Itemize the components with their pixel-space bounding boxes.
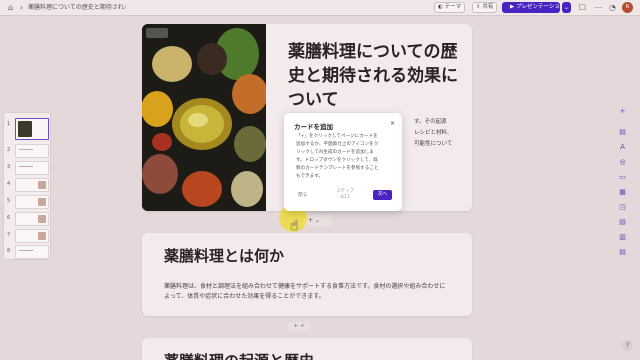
slide-thumbnails-panel: 1 2 3 4 5 6 7 8: [3, 112, 51, 260]
menu-icon[interactable]: ⌂: [6, 3, 15, 12]
slide-2-body-line: よって、体質や症状に合わせた効果を得ることができます。: [164, 293, 325, 300]
thumb-number: 2: [7, 147, 11, 153]
thumb-number: 7: [7, 232, 11, 238]
tooltip-text-line: もできます。: [296, 174, 323, 179]
user-avatar[interactable]: R: [622, 2, 633, 13]
tooltip-text-line: 製のカードテンプレートを参照すること: [296, 166, 379, 171]
thumbnail-4[interactable]: 4: [7, 178, 49, 192]
thumbnail-5[interactable]: 5: [7, 195, 49, 209]
present-label: プレゼンテーション: [515, 4, 566, 10]
hand-cursor-icon: ☝: [290, 218, 299, 234]
thumb-number: 8: [7, 248, 11, 254]
slide-1-body-line: す。その起源: [414, 119, 447, 125]
thumb-card: [15, 144, 49, 158]
thumb-number: 5: [7, 198, 11, 204]
slide-2-body-line: 薬膳料理は、食材と調理法を組み合わせて健康をサポートする食事方法です。食材の選択…: [164, 283, 446, 290]
thumbnail-7[interactable]: 7: [7, 229, 49, 243]
thumb-line: [19, 166, 33, 167]
thumb-card: [15, 245, 49, 259]
thumb-card: [15, 212, 49, 226]
thumb-card: [15, 161, 49, 175]
thumb-image: [38, 181, 46, 189]
columns-icon[interactable]: ▥: [617, 232, 628, 243]
document-title[interactable]: 薬膳料理についての歴史と期待される効果に...: [28, 2, 126, 13]
add-card-button[interactable]: + +: [288, 322, 310, 331]
thumb-image: [38, 215, 46, 223]
thumb-image: [18, 121, 32, 137]
more-icon[interactable]: ⋯: [594, 3, 603, 12]
thumbnail-6[interactable]: 6: [7, 212, 49, 226]
thumb-image: [38, 232, 46, 240]
next-button[interactable]: 次へ: [373, 190, 392, 200]
thumb-number: 6: [7, 215, 11, 221]
close-icon[interactable]: ×: [390, 120, 395, 127]
present-dropdown-icon[interactable]: ⌄: [562, 2, 571, 13]
thumb-number: 4: [7, 181, 11, 187]
thumb-card: [15, 229, 49, 243]
table-icon[interactable]: ▦: [617, 187, 628, 198]
add-card-tooltip: カードを追加 × 「+」をクリックしてページにカードを 追加するか、平面角仕上の…: [284, 113, 402, 211]
skip-button[interactable]: 閉る: [298, 192, 307, 198]
slide-card-2[interactable]: 薬膳料理とは何か 薬膳料理は、食材と調理法を組み合わせて健康をサポートする食事方…: [142, 233, 472, 316]
chevron-icon[interactable]: ›: [17, 3, 26, 12]
help-icon[interactable]: ?: [622, 340, 633, 351]
spices-photo: [142, 24, 266, 211]
thumbnail-8[interactable]: 8: [7, 245, 49, 259]
spices-illustration: [142, 24, 266, 211]
theme-label: テーマ: [444, 4, 462, 10]
thumbnail-2[interactable]: 2: [7, 144, 49, 158]
thumb-number: 3: [7, 164, 11, 170]
thumbnail-3[interactable]: 3: [7, 161, 49, 175]
thumb-card: [15, 195, 49, 209]
slide-1-body-line: レシピと材料、: [414, 130, 453, 136]
share-button[interactable]: ⇧ 共有: [472, 2, 498, 13]
thumb-image: [38, 198, 46, 206]
tooltip-text-line: す。ドロップダウンをクリックして、既: [296, 158, 378, 163]
theme-button[interactable]: ◐ テーマ: [434, 2, 466, 13]
top-bar: ⌂ › 薬膳料理についての歴史と期待される効果に... ◐ テーマ ⇧ 共有 ▶…: [0, 0, 640, 16]
thumb-line: [19, 250, 33, 251]
tooltip-text-line: 追加するか、平面角仕上のアイコンをク: [296, 142, 379, 147]
image-icon[interactable]: ◳: [617, 202, 628, 213]
tooltip-title: カードを追加: [294, 123, 333, 131]
thumb-card: [15, 118, 49, 140]
step-count: 4/11: [340, 195, 350, 200]
embed-icon[interactable]: ▤: [617, 217, 628, 228]
tooltip-text-line: 「+」をクリックしてページにカードを: [296, 134, 378, 139]
share-label: 共有: [482, 4, 494, 10]
card-layout-icon[interactable]: ▤: [617, 127, 628, 138]
slide-card-3[interactable]: 薬膳料理の起源と歴史: [142, 338, 472, 360]
step-indicator: ステップ 4/11: [330, 189, 360, 201]
form-icon[interactable]: ▤: [617, 247, 628, 258]
card-add-toolbar[interactable]: + ⌄: [304, 215, 332, 226]
thumb-line: [19, 149, 33, 150]
slide-1-body-line: 可能性について: [414, 141, 453, 147]
notification-icon[interactable]: ◔: [608, 3, 617, 12]
slide-1-title[interactable]: 薬膳料理についての歴史と期待される効果について: [288, 40, 458, 112]
callout-icon[interactable]: ▭: [617, 172, 628, 183]
slide-2-title[interactable]: 薬膳料理とは何か: [164, 245, 284, 266]
thumb-card: [15, 178, 49, 192]
slide-3-title[interactable]: 薬膳料理の起源と歴史: [164, 350, 314, 360]
thumb-number: 1: [7, 121, 11, 127]
thumbnail-1[interactable]: 1: [7, 118, 49, 140]
tooltip-text-line: リックしてAI生成のカードを追加しま: [296, 150, 374, 155]
present-button[interactable]: ▶ プレゼンテーション: [502, 2, 565, 13]
comment-icon[interactable]: ☐: [578, 3, 587, 12]
text-icon[interactable]: A: [617, 142, 628, 153]
smart-layout-icon[interactable]: ◎: [617, 157, 628, 168]
add-block-icon[interactable]: +: [617, 106, 628, 117]
